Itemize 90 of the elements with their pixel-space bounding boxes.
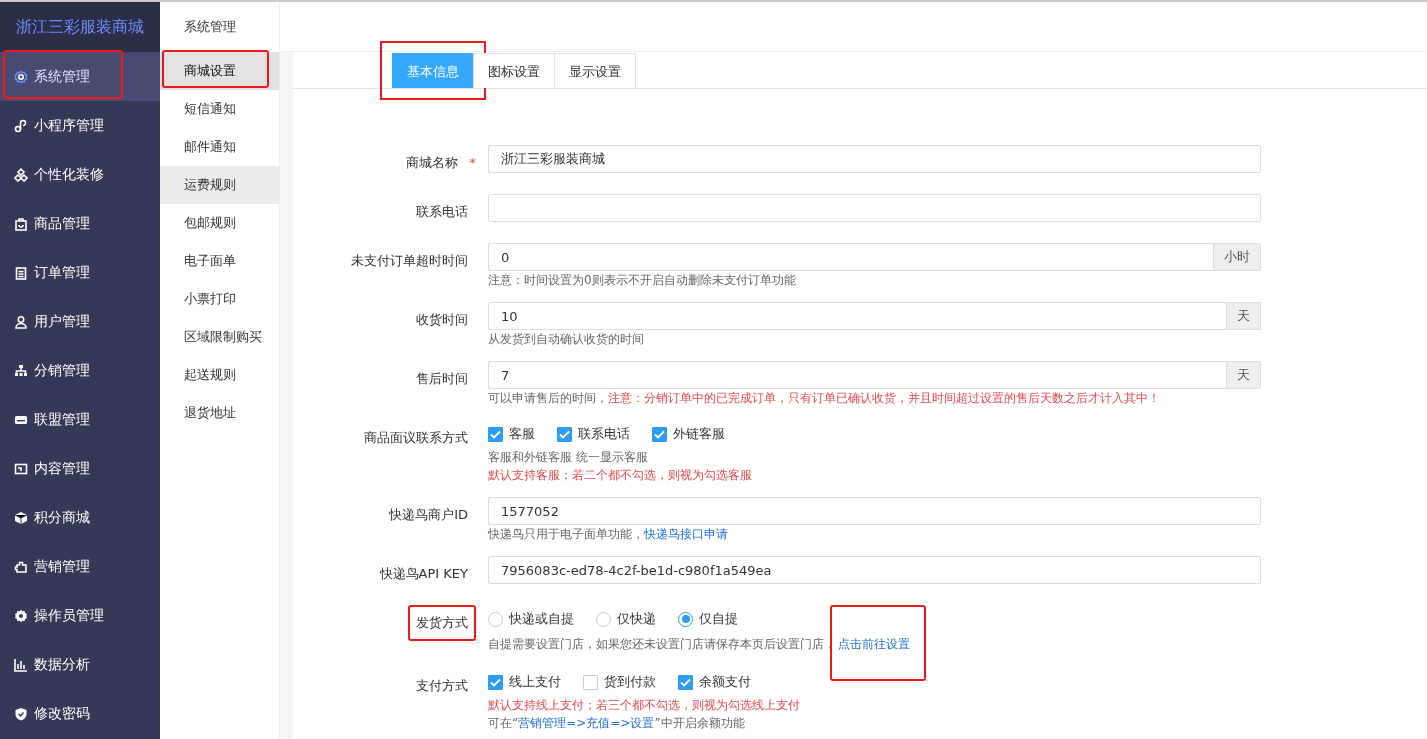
submenu-item[interactable]: 邮件通知 bbox=[160, 128, 279, 166]
checkbox-option[interactable]: 客服 bbox=[488, 424, 535, 444]
link-icon bbox=[14, 118, 28, 133]
field-label: 发货方式 bbox=[408, 605, 476, 641]
submenu-item[interactable]: 区域限制购买 bbox=[160, 318, 279, 356]
help-text: 客服和外链客服 统一显示客服 bbox=[488, 449, 649, 466]
clipboard-icon bbox=[14, 265, 28, 280]
submenu-item[interactable]: 退货地址 bbox=[160, 394, 279, 432]
checkbox[interactable] bbox=[678, 674, 693, 690]
unit-addon: 天 bbox=[1227, 302, 1261, 330]
help-text: 注意：时间设置为0则表示不开启自动删除未支付订单功能 bbox=[488, 272, 797, 289]
checkbox[interactable] bbox=[652, 426, 667, 442]
sidebar-item[interactable]: 小程序管理 bbox=[0, 101, 160, 150]
field-label: 快递鸟API KEY bbox=[378, 565, 469, 583]
checkbox-option[interactable]: 外链客服 bbox=[652, 424, 725, 444]
sidebar-item[interactable]: 系统管理 bbox=[0, 52, 160, 101]
diamond-icon bbox=[14, 167, 28, 182]
link[interactable]: 点击前往设置 bbox=[830, 605, 926, 681]
sidebar-item[interactable]: 商品管理 bbox=[0, 199, 160, 248]
radio-option[interactable]: 仅快递 bbox=[596, 609, 656, 629]
field-label: 支付方式 bbox=[415, 677, 469, 695]
cube-icon bbox=[14, 510, 28, 525]
input-field[interactable]: 10 bbox=[488, 302, 1227, 330]
puzzle-icon bbox=[14, 559, 28, 574]
field-label: 未支付订单超时时间 bbox=[350, 252, 469, 270]
required-mark: * bbox=[469, 155, 476, 170]
help-text: 可以申请售后的时间，注意：分销订单中的已完成订单，只有订单已确认收货，并且时间超过设置的售后天数之后才计入其中！ bbox=[488, 390, 1161, 407]
brand-title: 浙江三彩服装商城 bbox=[0, 2, 160, 52]
sidebar-item[interactable]: 分销管理 bbox=[0, 346, 160, 395]
shield-icon bbox=[14, 706, 28, 721]
submenu-item[interactable]: 包邮规则 bbox=[160, 204, 279, 242]
field-label: 商品面议联系方式 bbox=[363, 429, 469, 447]
help-text: 默认支持客服；若二个都不勾选，则视为勾选客服 bbox=[488, 467, 753, 484]
radio-option[interactable]: 快递或自提 bbox=[488, 609, 574, 629]
checkbox[interactable] bbox=[557, 426, 572, 442]
checkbox-option[interactable]: 余额支付 bbox=[678, 672, 751, 692]
submenu-item[interactable]: 电子面单 bbox=[160, 242, 279, 280]
field-label: 快递鸟商户ID bbox=[388, 506, 469, 524]
cog-icon bbox=[14, 608, 28, 623]
gear-icon bbox=[14, 69, 28, 84]
help-text: 快递鸟只用于电子面单功能，快递鸟接口申请 bbox=[488, 526, 729, 543]
field-label: 收货时间 bbox=[415, 311, 469, 329]
tab[interactable]: 图标设置 bbox=[473, 53, 555, 88]
submenu-item[interactable]: 商城设置 bbox=[160, 52, 279, 90]
user-icon bbox=[14, 314, 28, 329]
sidebar-item[interactable]: 营销管理 bbox=[0, 542, 160, 591]
radio-option[interactable]: 仅自提 bbox=[678, 609, 738, 629]
help-text: 可在“营销管理=>充值=>设置”中开启余额功能 bbox=[488, 715, 746, 732]
radio-button[interactable] bbox=[678, 611, 693, 627]
link[interactable]: 快递鸟接口申请 bbox=[644, 527, 728, 541]
sidebar-item[interactable]: 个性化装修 bbox=[0, 150, 160, 199]
submenu-item[interactable]: 运费规则 bbox=[160, 166, 279, 204]
checkbox-option[interactable]: 货到付款 bbox=[583, 672, 656, 692]
sidebar-item[interactable]: 内容管理 bbox=[0, 444, 160, 493]
submenu-item[interactable]: 起送规则 bbox=[160, 356, 279, 394]
bag-icon bbox=[14, 216, 28, 231]
checkbox-option[interactable]: 线上支付 bbox=[488, 672, 561, 692]
radio-button[interactable] bbox=[488, 611, 503, 627]
sidebar-item[interactable]: 操作员管理 bbox=[0, 591, 160, 640]
checkbox[interactable] bbox=[488, 674, 503, 690]
sidebar-item[interactable]: 数据分析 bbox=[0, 640, 160, 689]
help-text: 默认支持线上支付；若三个都不勾选，则视为勾选线上支付 bbox=[488, 697, 801, 714]
bar-chart-icon bbox=[14, 657, 28, 672]
checkbox-option[interactable]: 联系电话 bbox=[557, 424, 630, 444]
input-field[interactable]: 7 bbox=[488, 361, 1227, 389]
input-field[interactable]: 浙江三彩服装商城 bbox=[488, 145, 1261, 173]
sidebar-item[interactable]: 订单管理 bbox=[0, 248, 160, 297]
input-field[interactable]: 0 bbox=[488, 243, 1214, 271]
unit-addon: 小时 bbox=[1214, 243, 1261, 271]
submenu-item[interactable]: 短信通知 bbox=[160, 90, 279, 128]
field-label: 联系电话 bbox=[415, 203, 469, 221]
input-field[interactable]: 7956083c-ed78-4c2f-be1d-c980f1a549ea bbox=[488, 556, 1261, 584]
sidebar-item[interactable]: 用户管理 bbox=[0, 297, 160, 346]
sidebar-item[interactable]: 联盟管理 bbox=[0, 395, 160, 444]
checkbox[interactable] bbox=[583, 674, 598, 690]
unit-addon: 天 bbox=[1227, 361, 1261, 389]
help-text: 从发货到自动确认收货的时间 bbox=[488, 331, 645, 348]
sidebar-item[interactable]: 修改密码 bbox=[0, 689, 160, 738]
sidebar-item[interactable]: 积分商城 bbox=[0, 493, 160, 542]
radio-button[interactable] bbox=[596, 611, 611, 627]
submenu-item[interactable]: 小票打印 bbox=[160, 280, 279, 318]
input-field[interactable] bbox=[488, 194, 1261, 222]
tab[interactable]: 显示设置 bbox=[554, 53, 636, 88]
submenu-title: 系统管理 bbox=[183, 18, 237, 36]
checkbox[interactable] bbox=[488, 426, 503, 442]
field-label: 商城名称 bbox=[404, 154, 459, 172]
input-field[interactable]: 1577052 bbox=[488, 497, 1261, 525]
hierarchy-icon bbox=[14, 363, 28, 378]
field-label: 售后时间 bbox=[415, 370, 469, 388]
card-icon bbox=[14, 461, 28, 476]
